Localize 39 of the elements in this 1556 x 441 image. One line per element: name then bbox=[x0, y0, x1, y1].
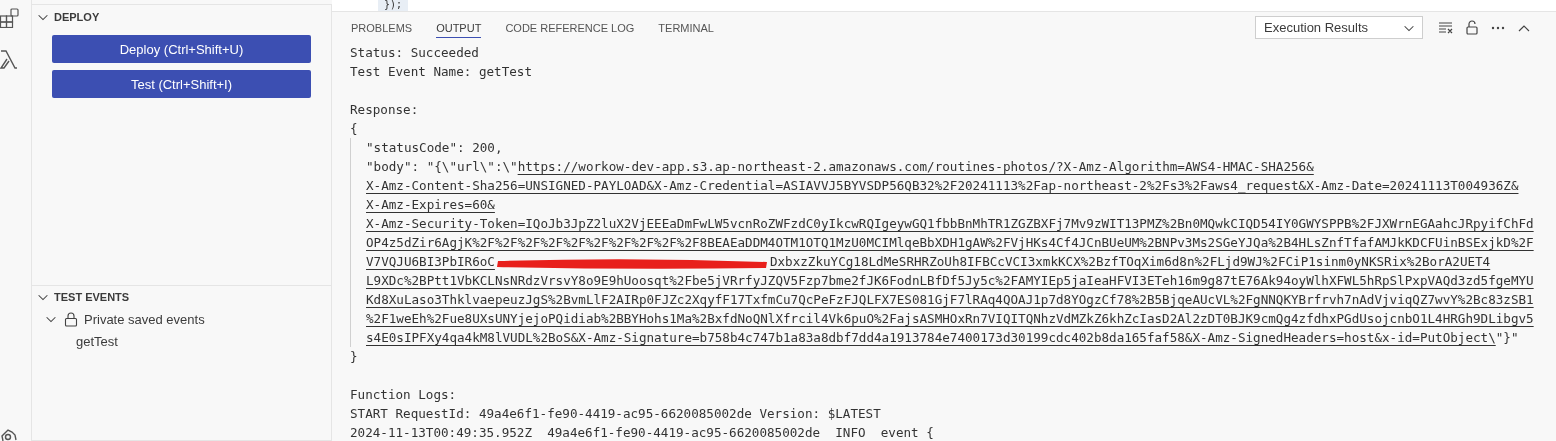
tree-item[interactable]: Private saved events bbox=[84, 311, 205, 327]
url-link[interactable]: X-Amz-Security-Token=IQoJb3JpZ2luX2VjEEEaDmFwLW5vcnRoZWFzdC0yIkcwRQIgeywGQ1fbbBnMhTR1ZGZBXFj7Mv9zWIT13PMZ%2Bn0MQwkCIQD54IY0GWYSPPB%2FJXWrnEGAahcJRpyifChFd bbox=[366, 216, 1534, 231]
url-link[interactable]: DxbxzZkuYCg18LdMeSRHRZoUh8IFBCcVCI3xmkKCX%2BzfTOqXim6d8n%2FLjd9WJ%2FCiP1sinm0yNKSRix%2BorA2UET4 bbox=[769, 254, 1491, 269]
url-link[interactable]: %2F1weEh%2Fue8UXsUNYjejoPQidiab%2BBYHohs1Ma%2BxfdNoQNlXfrcil4Vk6puO%2FajsASMHOxRn7VIQITQNhzVdMZkZ6khZcIasD2Al2zDT0BJK9cmQg4zfdhxPGdUsojcnbO1L4HRGh9DLibgv5 bbox=[366, 311, 1534, 326]
action-button[interactable]: Deploy (Ctrl+Shift+U) bbox=[52, 35, 311, 63]
output-text: Response: bbox=[350, 102, 419, 117]
url-link[interactable]: X-Amz-Expires=60& bbox=[366, 197, 495, 212]
tree-item[interactable]: getTest bbox=[76, 333, 118, 349]
section-title[interactable]: DEPLOY bbox=[54, 11, 100, 23]
output-text: 2024-11-13T00:49:35.952Z 49a4e6f1-fe90-4419-ac95-6620085002de INFO event { bbox=[350, 425, 934, 440]
url-link[interactable]: V7VQJU6BI3PbIR6oC bbox=[366, 254, 495, 269]
extensions-icon[interactable] bbox=[0, 8, 20, 28]
output-text: Test Event Name: getTest bbox=[350, 64, 532, 79]
url-link[interactable]: OP4z5dZir6AgjK%2F%2F%2F%2F%2F%2F%2F%2F%2F%2F8BEAEaDDM4OTM1OTQ1MzU0MCIMlqeBbXDH1gAW%2FVjHKs4Cf4JCnBUeUM%2BNPv3Ms2SGeYJQa%2B4HLsZnfTfafAMJkKDCFUinBSExjkD%2F bbox=[366, 235, 1534, 250]
output-text: "}" bbox=[1495, 330, 1519, 345]
settings-icon[interactable] bbox=[0, 427, 20, 441]
lock-icon[interactable] bbox=[1464, 19, 1480, 36]
output-text: "statusCode": 200, bbox=[366, 140, 503, 155]
output-text: { bbox=[350, 121, 358, 136]
output-text: START RequestId: 49a4e6f1-fe90-4419-ac95-6620085002de Version: $LATEST bbox=[350, 406, 881, 421]
lambda-icon[interactable] bbox=[0, 48, 18, 70]
output-text: Status: Succeeded bbox=[350, 45, 479, 60]
url-link[interactable]: s4E0sIPFXy4qa4kM8lVUDL%2BoS&X-Amz-Signature=b758b4c747b1a83a8dbf7dd4a1913784e7400173d30199cdc402b8da165faf58&X-Amz-SignedHeaders=host&x-id=PutObject\ bbox=[366, 330, 1496, 345]
panel-tab[interactable]: CODE REFERENCE LOG bbox=[505, 17, 635, 38]
section-title[interactable]: TEST EVENTS bbox=[54, 291, 130, 303]
clear-output-icon[interactable] bbox=[1438, 19, 1454, 36]
url-link[interactable]: Kd8XuLaso3ThklvaepeuzJgS%2BvmLlF2AIRp0FJZc2XqyfF17TxfmCu7QcPeFzFJQLFX7ES081GjF7lRAq4QOAJ1p7d8YOgzCf78%2B5BjqeAUcVL%2FgNNQKYBrfrvh7nAdVjviqQZ7wvY%2Bc83zSB1 bbox=[366, 292, 1534, 307]
action-button[interactable]: Test (Ctrl+Shift+I) bbox=[52, 70, 311, 98]
url-link[interactable]: https://workow-dev-app.s3.ap-northeast-2.amazonaws.com/routines-photos/?X-Amz-Algorithm=AWS4-HMAC-SHA256& bbox=[517, 159, 1314, 174]
panel-tab[interactable]: TERMINAL bbox=[658, 17, 714, 38]
url-link[interactable]: L9XDc%2BPtt1VbKCLNsNRdzVrsvY8o9E9hUoosqt%2Fbe5jVRrfyJZQV5Fzp7bme2fJK6FodnLBfDf5Jy5c%2FAMYIEp5jaIeaHFVI3ETeh16m9g87tE76Ak94oyWlhXFWL5hRpSlPxpVAQd3zd5fgeMYU bbox=[366, 273, 1534, 288]
output-text: Function Logs: bbox=[350, 387, 457, 402]
url-link[interactable]: X-Amz-Content-Sha256=UNSIGNED-PAYLOAD&X-Amz-Credential=ASIAVVJ5BYVSDP56QB32%2F20241113%2Fap-northeast-2%2Fs3%2Faws4_request&X-Amz-Date=20241113T004936Z& bbox=[366, 178, 1519, 193]
panel-tab[interactable]: PROBLEMS bbox=[351, 17, 413, 38]
output-channel-dropdown[interactable]: Execution Results bbox=[1255, 16, 1423, 39]
output-text: "body": "{\"url\":\" bbox=[366, 159, 518, 174]
panel-tab[interactable]: OUTPUT bbox=[436, 17, 482, 38]
lock-icon bbox=[64, 311, 78, 327]
output-text: } bbox=[350, 349, 358, 364]
